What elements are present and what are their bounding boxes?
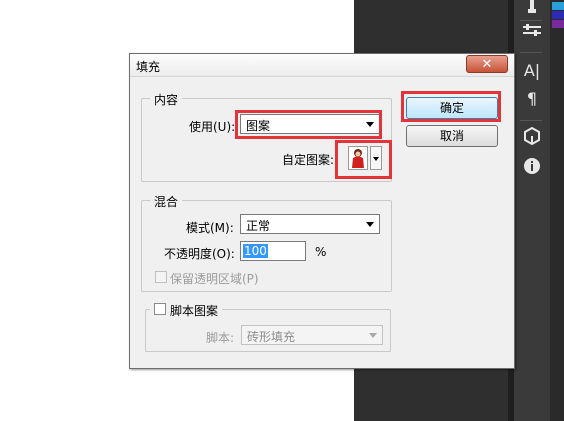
sliders-icon[interactable]	[514, 22, 550, 44]
preserve-transparency-checkbox[interactable]	[155, 271, 167, 283]
dialog-title: 填充	[136, 60, 161, 74]
script-pattern-checkbox[interactable]	[154, 303, 166, 315]
opacity-label: 不透明度(O):	[164, 247, 235, 261]
close-icon: ✕	[481, 57, 493, 72]
content-group-legend: 内容	[150, 91, 183, 108]
brush-icon[interactable]	[514, 0, 550, 22]
cancel-button[interactable]: 取消	[406, 125, 498, 147]
swatch-purple[interactable]	[552, 20, 564, 28]
swatch-blue[interactable]	[552, 11, 564, 19]
use-label: 使用(U):	[189, 120, 236, 134]
script-select[interactable]: 砖形填充	[241, 325, 383, 345]
pattern-dropdown-chevron-icon[interactable]	[370, 146, 382, 170]
custom-pattern-picker[interactable]	[344, 143, 384, 175]
3d-cube-icon[interactable]	[514, 126, 550, 149]
mode-select-value: 正常	[246, 219, 271, 233]
use-select-value: 图案	[246, 119, 271, 133]
pattern-thumbnail[interactable]	[348, 146, 368, 170]
swatch-cyan[interactable]	[552, 2, 564, 10]
script-label: 脚本:	[206, 331, 235, 345]
script-select-value: 砖形填充	[247, 330, 296, 344]
custom-pattern-label: 自定图案:	[282, 153, 335, 167]
ok-button[interactable]: 确定	[406, 97, 498, 119]
blend-group-legend: 混合	[150, 193, 183, 210]
chevron-down-icon	[366, 222, 374, 227]
ps-right-edge-panel	[550, 0, 564, 421]
ps-separator	[520, 52, 542, 53]
ps-separator	[520, 20, 542, 21]
dialog-titlebar[interactable]: 填充 ✕	[130, 54, 514, 77]
opacity-value: 100	[243, 244, 268, 258]
chevron-down-icon	[366, 122, 374, 127]
use-select[interactable]: 图案	[240, 114, 380, 134]
close-button[interactable]: ✕	[466, 55, 508, 73]
type-icon[interactable]: A|	[514, 60, 550, 82]
opacity-unit: %	[315, 245, 327, 259]
fill-dialog: 填充 ✕ 内容 使用(U): 图案 自定图案: 混合 模式(M): 正常 不透明…	[129, 53, 515, 369]
info-icon[interactable]	[514, 157, 550, 179]
mode-select[interactable]: 正常	[240, 214, 380, 234]
ps-separator	[520, 120, 542, 121]
preserve-transparency-label: 保留透明区域(P)	[170, 272, 259, 286]
chevron-down-icon	[369, 333, 377, 338]
mode-label: 模式(M):	[186, 221, 234, 235]
opacity-input[interactable]: 100	[240, 241, 306, 261]
paragraph-icon[interactable]: ¶	[514, 88, 550, 110]
